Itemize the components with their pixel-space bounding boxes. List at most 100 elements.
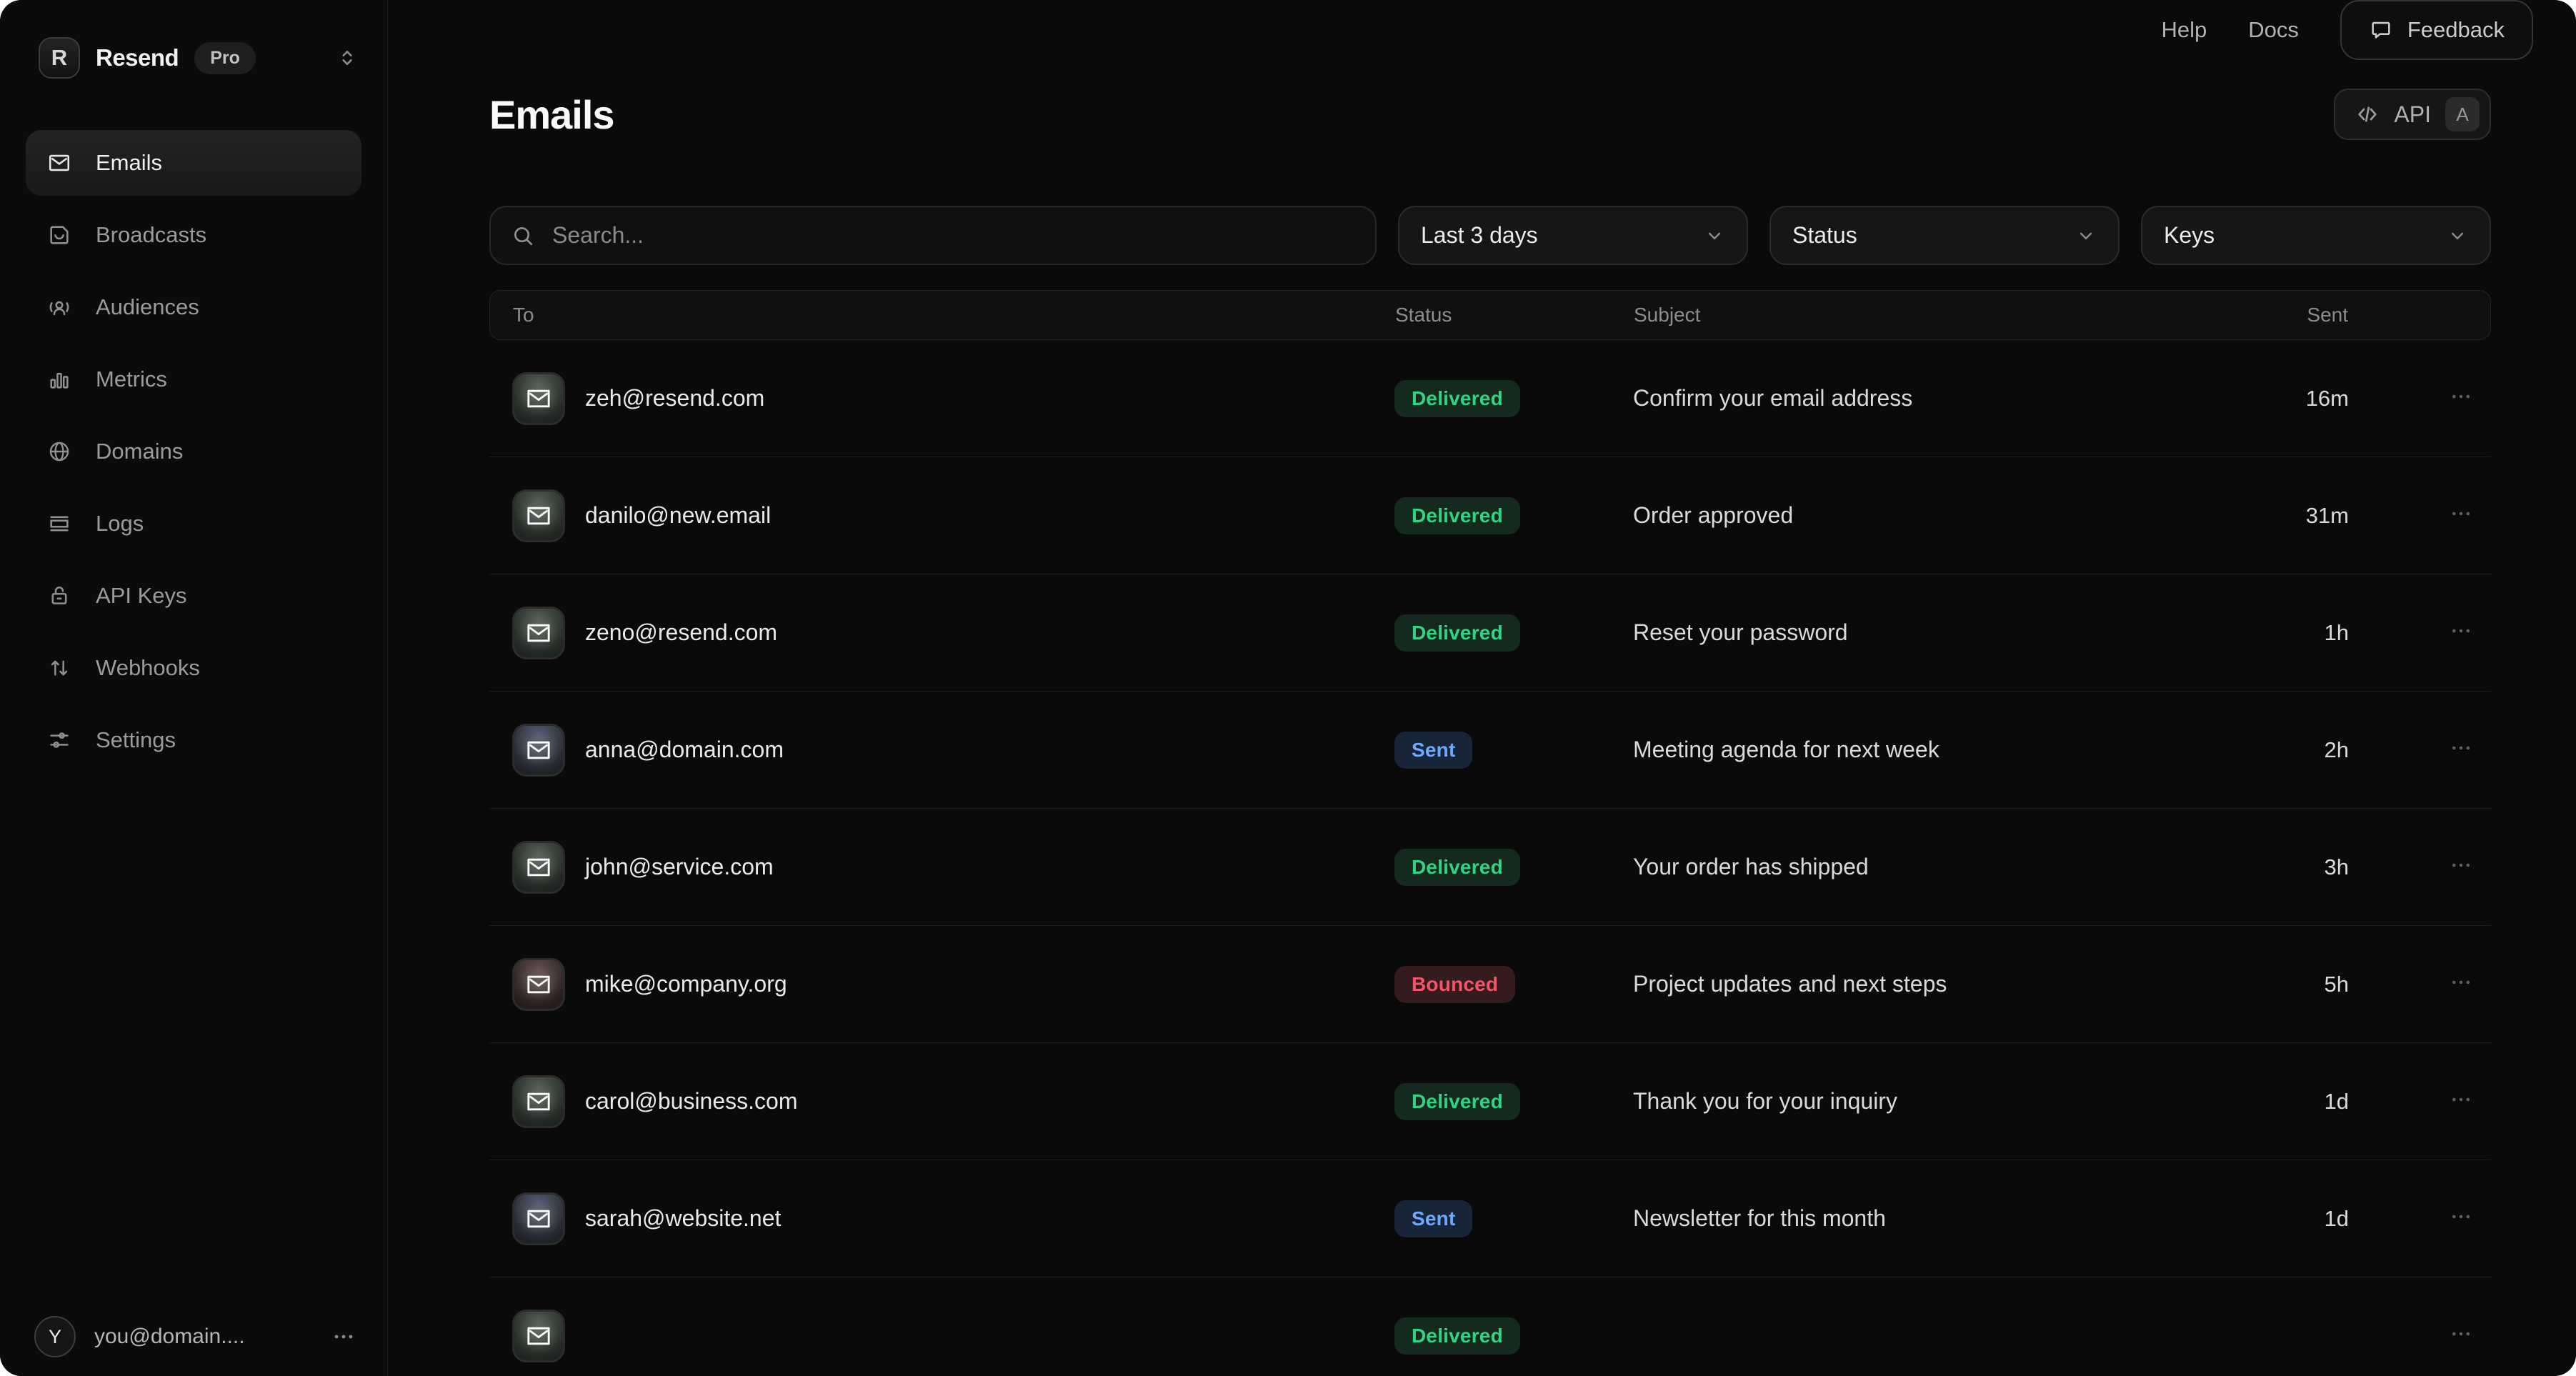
status-badge: Sent xyxy=(1394,1200,1472,1237)
sidebar-item-webhooks[interactable]: Webhooks xyxy=(26,635,361,701)
chevron-down-icon xyxy=(1704,225,1725,246)
sidebar-item-api-keys[interactable]: API Keys xyxy=(26,563,361,629)
sent-time: 2h xyxy=(2256,737,2349,763)
table-row[interactable]: sarah@website.net Sent Newsletter for this… xyxy=(489,1160,2491,1277)
chevron-down-icon xyxy=(2447,225,2468,246)
email-tile-icon xyxy=(512,1075,565,1128)
workspace-name: Resend xyxy=(96,44,179,71)
sidebar-item-audiences[interactable]: Audiences xyxy=(26,274,361,340)
column-header-to: To xyxy=(490,304,1395,326)
feedback-button[interactable]: Feedback xyxy=(2340,0,2533,60)
table-row[interactable]: anna@domain.comSentMeeting agenda for ne… xyxy=(489,692,2491,809)
user-email: you@domain.... xyxy=(94,1325,245,1349)
api-button[interactable]: API A xyxy=(2334,89,2491,140)
filter-status[interactable]: Status xyxy=(1769,206,2120,265)
sidebar-item-broadcasts[interactable]: Broadcasts xyxy=(26,202,361,268)
user-row[interactable]: Y you@domain.... xyxy=(0,1316,387,1376)
topbar: Help Docs Feedback xyxy=(388,0,2576,60)
status-badge: Delivered xyxy=(1394,1317,1520,1355)
table-row[interactable]: zeno@resend.comDeliveredReset your passw… xyxy=(489,574,2491,692)
code-icon xyxy=(2355,102,2380,126)
column-header-status: Status xyxy=(1395,304,1634,326)
chevron-up-down-icon[interactable] xyxy=(336,46,359,69)
email-tile-icon xyxy=(512,724,565,777)
recipient-email: mike@company.org xyxy=(585,971,787,997)
sidebar-nav: Emails Broadcasts Audiences Metrics Domains L… xyxy=(0,130,387,773)
email-tile-icon xyxy=(512,958,565,1011)
row-actions-ellipsis-icon[interactable] xyxy=(2448,969,2474,995)
row-actions-ellipsis-icon[interactable] xyxy=(2448,384,2474,409)
page-title: Emails xyxy=(489,91,614,138)
table-row[interactable]: john@service.comDeliveredYour order has … xyxy=(489,809,2491,926)
recipient-email: danilo@new.email xyxy=(585,502,771,529)
table-row[interactable]: Delivered xyxy=(489,1277,2491,1376)
main-area: Help Docs Feedback Emails API A xyxy=(388,0,2576,1376)
speech-bubble-icon xyxy=(2369,18,2393,42)
sidebar-item-label: Logs xyxy=(96,511,144,537)
email-subject: Newsletter for this month xyxy=(1633,1205,2256,1232)
sidebar-item-label: Emails xyxy=(96,150,162,176)
sidebar-item-label: API Keys xyxy=(96,583,187,609)
sent-time: 16m xyxy=(2256,386,2349,412)
row-actions-ellipsis-icon[interactable] xyxy=(2448,618,2474,644)
envelope-icon xyxy=(47,151,71,175)
table-row[interactable]: carol@business.comDeliveredThank you for… xyxy=(489,1043,2491,1160)
sidebar-item-settings[interactable]: Settings xyxy=(26,707,361,773)
recipient-email: carol@business.com xyxy=(585,1088,797,1115)
workspace-switcher[interactable]: R Resend Pro xyxy=(39,37,359,79)
sidebar-item-label: Settings xyxy=(96,727,176,753)
table-row[interactable]: zeh@resend.comDeliveredConfirm your emai… xyxy=(489,340,2491,457)
table-row[interactable]: mike@company.orgBouncedProject updates a… xyxy=(489,926,2491,1043)
email-subject: Thank you for your inquiry xyxy=(1633,1088,2256,1115)
sidebar-item-label: Domains xyxy=(96,439,183,464)
filter-keys[interactable]: Keys xyxy=(2141,206,2491,265)
globe-icon xyxy=(47,439,71,464)
broadcast-icon xyxy=(47,223,71,247)
status-badge: Delivered xyxy=(1394,380,1520,417)
search-icon xyxy=(511,224,535,248)
sliders-icon xyxy=(47,728,71,752)
recipient-email: sarah@website.net xyxy=(585,1205,781,1232)
email-subject: Meeting agenda for next week xyxy=(1633,737,2256,763)
sidebar: R Resend Pro Emails Broadcasts Audiences Me… xyxy=(0,0,388,1376)
app-window: R Resend Pro Emails Broadcasts Audiences Me… xyxy=(0,0,2576,1376)
email-subject: Reset your password xyxy=(1633,619,2256,646)
filters-row: Last 3 days Status Keys xyxy=(489,206,2491,265)
metrics-icon xyxy=(47,367,71,392)
column-header-subject: Subject xyxy=(1634,304,2255,326)
lock-icon xyxy=(47,584,71,608)
help-link[interactable]: Help xyxy=(2161,17,2207,43)
sidebar-item-logs[interactable]: Logs xyxy=(26,491,361,557)
table-row[interactable]: danilo@new.emailDeliveredOrder approved3… xyxy=(489,457,2491,574)
filter-last-3-days[interactable]: Last 3 days xyxy=(1398,206,1748,265)
row-actions-ellipsis-icon[interactable] xyxy=(2448,735,2474,761)
row-actions-ellipsis-icon[interactable] xyxy=(2448,1321,2474,1347)
filter-label: Last 3 days xyxy=(1421,222,1538,249)
feedback-label: Feedback xyxy=(2407,17,2505,43)
row-actions-ellipsis-icon[interactable] xyxy=(2448,852,2474,878)
sidebar-item-domains[interactable]: Domains xyxy=(26,419,361,484)
api-shortcut-key: A xyxy=(2445,97,2480,131)
sent-time: 5h xyxy=(2256,972,2349,997)
sidebar-item-label: Webhooks xyxy=(96,655,200,681)
sidebar-item-emails[interactable]: Emails xyxy=(26,130,361,196)
sidebar-item-metrics[interactable]: Metrics xyxy=(26,347,361,412)
sidebar-item-label: Audiences xyxy=(96,294,199,320)
status-badge: Delivered xyxy=(1394,849,1520,886)
docs-link[interactable]: Docs xyxy=(2248,17,2299,43)
emails-table: To Status Subject Sent zeh@resend.com Del… xyxy=(489,290,2491,1376)
recipient-email: anna@domain.com xyxy=(585,737,784,763)
email-tile-icon xyxy=(512,1192,565,1245)
status-badge: Delivered xyxy=(1394,614,1520,652)
sent-time: 1d xyxy=(2256,1089,2349,1115)
user-menu-ellipsis-icon[interactable] xyxy=(331,1325,356,1349)
email-subject: Your order has shipped xyxy=(1633,854,2256,880)
row-actions-ellipsis-icon[interactable] xyxy=(2448,1204,2474,1230)
email-tile-icon xyxy=(512,489,565,542)
row-actions-ellipsis-icon[interactable] xyxy=(2448,501,2474,527)
column-header-sent: Sent xyxy=(2255,304,2348,326)
row-actions-ellipsis-icon[interactable] xyxy=(2448,1087,2474,1112)
email-subject: Order approved xyxy=(1633,502,2256,529)
recipient-email: zeh@resend.com xyxy=(585,385,764,412)
search-input[interactable] xyxy=(551,221,1355,249)
